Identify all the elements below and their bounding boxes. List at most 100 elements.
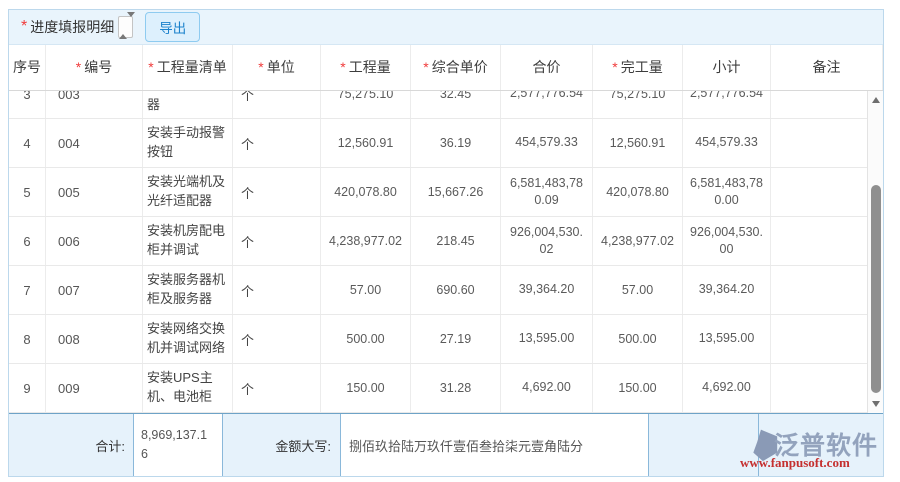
cell-code: 006 [46,217,143,265]
column-header-unit: * 单位 [233,45,321,90]
cell-total: 4,692.00 [501,364,593,412]
table-body: 3 003 器个 75,275.10 32.45 2,577,776.54 75,275.1… [9,91,883,413]
panel-title: 进度填报明细 [30,19,115,35]
cell-price: 690.60 [411,266,501,314]
cell-price: 31.28 [411,364,501,412]
cell-note [771,217,869,265]
cell-code: 007 [46,266,143,314]
cell-unit: 个 [233,91,321,118]
cell-note [771,168,869,216]
column-header-seq: 序号 [9,45,46,90]
cell-price: 27.19 [411,315,501,363]
cell-note [771,91,869,118]
cell-unit: 个 [233,119,321,167]
cell-price: 218.45 [411,217,501,265]
table-row[interactable]: 9 009 安装UPS主机、电池柜个 150.00 31.28 4,692.00 150.0… [9,364,869,413]
cell-seq: 6 [9,217,46,265]
column-header-total: 合价 [501,45,593,90]
cell-code: 005 [46,168,143,216]
cell-price: 15,667.26 [411,168,501,216]
scrollbar[interactable] [867,91,883,413]
table-body-rows: 3 003 器个 75,275.10 32.45 2,577,776.54 75,275.1… [9,91,869,413]
cell-unit: 个 [233,364,321,412]
cell-seq: 7 [9,266,46,314]
cell-seq: 3 [9,91,46,118]
header-row: 序号 * 编号 * 工程量清单 * 单位 * 工程量 * 综合单价 合价 * 完工量 小计 备注 [9,45,883,91]
cell-qty: 12,560.91 [321,119,411,167]
column-header-qty: * 工程量 [321,45,411,90]
cell-total: 6,581,483,780.09 [501,168,593,216]
progress-detail-panel: * 进度填报明细 导出 序号 * 编号 * 工程量清单 * 单位 * 工程量 * 综合单价 合价 * 完工… [8,9,884,477]
required-asterisk: * [21,18,28,35]
cell-qty: 500.00 [321,315,411,363]
column-header-note: 备注 [771,45,883,90]
cell-code: 004 [46,119,143,167]
export-button[interactable]: 导出 [145,12,201,42]
cell-total: 2,577,776.54 [501,91,593,118]
cell-done: 75,275.10 [593,91,683,118]
cell-code: 009 [46,364,143,412]
table-row[interactable]: 4 004 安装手动报警按钮个 12,560.91 36.19 454,579.33 12,… [9,119,869,168]
cell-note [771,119,869,167]
cell-name: 安装网络交换机并调试网络 [143,315,233,363]
panel-titlebar: * 进度填报明细 导出 [9,10,883,45]
cell-total: 454,579.33 [501,119,593,167]
cell-total: 926,004,530.02 [501,217,593,265]
column-header-sub: 小计 [683,45,771,90]
cell-seq: 4 [9,119,46,167]
cell-done: 4,238,977.02 [593,217,683,265]
collapse-spinner-control[interactable] [118,12,136,39]
cell-name: 安装服务器机柜及服务器 [143,266,233,314]
spinner-down-icon[interactable] [127,12,136,34]
cell-sub: 39,364.20 [683,266,771,314]
scrollbar-up-arrow[interactable] [868,93,883,107]
cell-code: 003 [46,91,143,118]
cell-sub: 2,577,776.54 [683,91,771,118]
cell-name: 器 [143,91,233,118]
cell-qty: 150.00 [321,364,411,412]
cell-sub: 926,004,530.00 [683,217,771,265]
amount-words-label: 金额大写: [223,414,341,476]
cell-seq: 8 [9,315,46,363]
cell-price: 32.45 [411,91,501,118]
scrollbar-down-arrow[interactable] [868,397,883,411]
required-asterisk: * [612,59,618,76]
cell-code: 008 [46,315,143,363]
column-header-price: * 综合单价 [411,45,501,90]
required-asterisk: * [148,59,154,76]
amount-words-value: 捌佰玖拾陆万玖仟壹佰叁拾柒元壹角陆分 [341,414,649,476]
scrollbar-thumb[interactable] [871,185,881,393]
table-row[interactable]: 5 005 安装光端机及光纤适配器个 420,078.80 15,667.26 6,581… [9,168,869,217]
cell-qty: 420,078.80 [321,168,411,216]
table-row[interactable]: 8 008 安装网络交换机并调试网络个 500.00 27.19 13,595.00 500… [9,315,869,364]
required-asterisk: * [423,59,429,76]
cell-total: 13,595.00 [501,315,593,363]
footer-empty-cell [759,414,883,476]
cell-sub: 454,579.33 [683,119,771,167]
cell-done: 500.00 [593,315,683,363]
table-row[interactable]: 6 006 安装机房配电柜并调试个 4,238,977.02 218.45 926,004… [9,217,869,266]
cell-name: 安装UPS主机、电池柜 [143,364,233,412]
column-header-code: * 编号 [46,45,143,90]
cell-name: 安装机房配电柜并调试 [143,217,233,265]
cell-seq: 9 [9,364,46,412]
cell-total: 39,364.20 [501,266,593,314]
cell-sub: 6,581,483,780.00 [683,168,771,216]
required-asterisk: * [340,59,346,76]
cell-unit: 个 [233,266,321,314]
cell-qty: 4,238,977.02 [321,217,411,265]
cell-sub: 4,692.00 [683,364,771,412]
cell-note [771,364,869,412]
cell-qty: 57.00 [321,266,411,314]
cell-price: 36.19 [411,119,501,167]
column-header-done: * 完工量 [593,45,683,90]
table-row[interactable]: 7 007 安装服务器机柜及服务器个 57.00 690.60 39,364.20 57.0… [9,266,869,315]
cell-done: 420,078.80 [593,168,683,216]
cell-note [771,266,869,314]
total-value: 8,969,137.16 [134,414,223,476]
table-row[interactable]: 3 003 器个 75,275.10 32.45 2,577,776.54 75,275.1… [9,91,869,119]
cell-name: 安装手动报警按钮 [143,119,233,167]
cell-name: 安装光端机及光纤适配器 [143,168,233,216]
cell-unit: 个 [233,217,321,265]
cell-unit: 个 [233,315,321,363]
